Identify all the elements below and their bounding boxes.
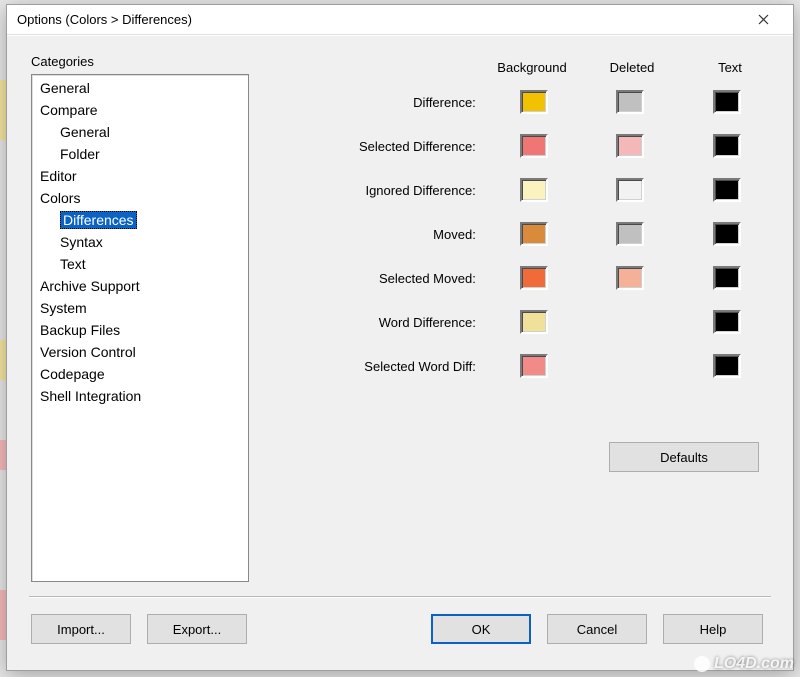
divider: [29, 596, 771, 598]
dialog-content: Categories General Compare General Folder Ed…: [7, 36, 793, 670]
color-row: Ignored Difference:: [285, 176, 775, 204]
color-swatch-del[interactable]: [616, 90, 644, 114]
color-swatch-del[interactable]: [616, 266, 644, 290]
tree-item-label: Archive Support: [40, 278, 140, 294]
color-swatch-txt[interactable]: [713, 134, 741, 158]
color-swatch-txt[interactable]: [713, 310, 741, 334]
color-swatch-bg[interactable]: [520, 266, 548, 290]
export-button[interactable]: Export...: [147, 614, 247, 644]
tree-item-general[interactable]: General: [32, 77, 248, 99]
color-swatch-bg[interactable]: [520, 354, 548, 378]
color-swatch-bg[interactable]: [520, 178, 548, 202]
tree-item-label: Folder: [60, 146, 100, 162]
row-label: Selected Moved:: [285, 271, 486, 286]
color-row: Difference:: [285, 88, 775, 116]
color-swatch-bg[interactable]: [520, 222, 548, 246]
window-title: Options (Colors > Differences): [17, 12, 743, 27]
color-row: Selected Word Diff:: [285, 352, 775, 380]
tree-item-label: Text: [60, 256, 86, 272]
tree-item-colors[interactable]: Colors: [32, 187, 248, 209]
titlebar[interactable]: Options (Colors > Differences): [7, 5, 793, 35]
categories-label: Categories: [31, 54, 94, 69]
tree-item-label: Codepage: [40, 366, 105, 382]
color-row: Moved:: [285, 220, 775, 248]
tree-item-shell-integration[interactable]: Shell Integration: [32, 385, 248, 407]
tree-item-general[interactable]: General: [32, 121, 248, 143]
help-button[interactable]: Help: [663, 614, 763, 644]
tree-item-label: Editor: [40, 168, 77, 184]
tree-item-folder[interactable]: Folder: [32, 143, 248, 165]
color-row: Selected Moved:: [285, 264, 775, 292]
tree-item-label: Compare: [40, 102, 98, 118]
color-swatch-bg[interactable]: [520, 310, 548, 334]
tree-item-editor[interactable]: Editor: [32, 165, 248, 187]
row-label: Selected Difference:: [285, 139, 486, 154]
row-label: Selected Word Diff:: [285, 359, 486, 374]
defaults-button[interactable]: Defaults: [609, 442, 759, 472]
color-swatch-txt[interactable]: [713, 90, 741, 114]
row-label: Ignored Difference:: [285, 183, 486, 198]
tree-item-label: System: [40, 300, 87, 316]
ok-button[interactable]: OK: [431, 614, 531, 644]
tree-item-label: Shell Integration: [40, 388, 141, 404]
color-swatch-txt[interactable]: [713, 222, 741, 246]
tree-item-label: Differences: [60, 211, 137, 229]
tree-item-backup-files[interactable]: Backup Files: [32, 319, 248, 341]
row-label: Word Difference:: [285, 315, 486, 330]
color-swatch-del[interactable]: [616, 222, 644, 246]
color-swatch-bg[interactable]: [520, 134, 548, 158]
tree-item-label: Syntax: [60, 234, 103, 250]
close-icon[interactable]: [743, 6, 783, 34]
cancel-button[interactable]: Cancel: [547, 614, 647, 644]
tree-item-differences[interactable]: Differences: [32, 209, 248, 231]
color-swatch-bg[interactable]: [520, 90, 548, 114]
tree-item-system[interactable]: System: [32, 297, 248, 319]
tree-item-archive-support[interactable]: Archive Support: [32, 275, 248, 297]
tree-item-label: Colors: [40, 190, 80, 206]
tree-item-label: Version Control: [40, 344, 136, 360]
tree-item-version-control[interactable]: Version Control: [32, 341, 248, 363]
import-button[interactable]: Import...: [31, 614, 131, 644]
color-swatch-txt[interactable]: [713, 354, 741, 378]
column-header-text: Text: [681, 60, 779, 75]
tree-item-codepage[interactable]: Codepage: [32, 363, 248, 385]
color-swatch-txt[interactable]: [713, 266, 741, 290]
options-dialog: Options (Colors > Differences) Categorie…: [6, 4, 794, 671]
tree-item-label: General: [60, 124, 110, 140]
color-swatch-del[interactable]: [616, 134, 644, 158]
tree-item-label: General: [40, 80, 90, 96]
tree-item-label: Backup Files: [40, 322, 120, 338]
color-swatch-txt[interactable]: [713, 178, 741, 202]
column-header-deleted: Deleted: [583, 60, 681, 75]
color-row: Selected Difference:: [285, 132, 775, 160]
tree-item-syntax[interactable]: Syntax: [32, 231, 248, 253]
color-row: Word Difference:: [285, 308, 775, 336]
row-label: Moved:: [285, 227, 486, 242]
column-header-background: Background: [483, 60, 581, 75]
row-label: Difference:: [285, 95, 486, 110]
color-swatch-del[interactable]: [616, 178, 644, 202]
tree-item-text[interactable]: Text: [32, 253, 248, 275]
tree-item-compare[interactable]: Compare: [32, 99, 248, 121]
categories-tree[interactable]: General Compare General Folder Editor Colors D…: [31, 74, 249, 582]
